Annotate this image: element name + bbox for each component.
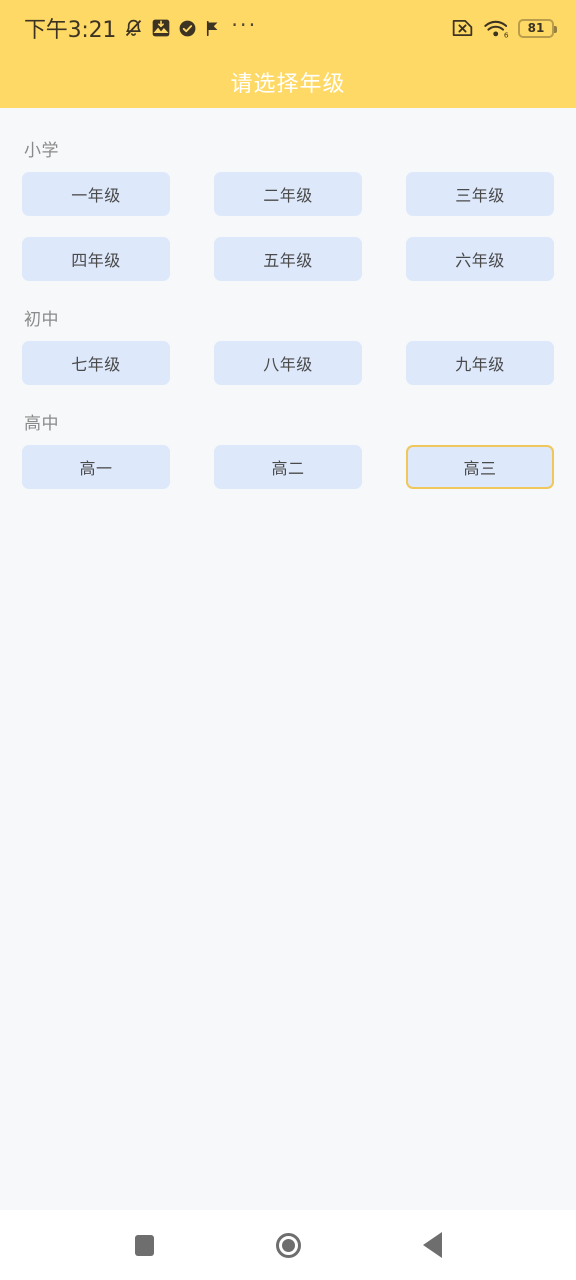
grade-button-grade8[interactable]: 八年级 [214,341,362,385]
grade-button-grade7[interactable]: 七年级 [22,341,170,385]
battery-indicator: 81 [518,18,557,38]
flag-icon [204,19,222,38]
grade-button-grade1[interactable]: 一年级 [22,172,170,216]
page-title: 请选择年级 [230,72,346,97]
grade-selection-content: 小学 一年级 二年级 三年级 四年级 五年级 六年级 初中 七年级 八年级 九年… [0,108,576,1210]
status-bar: 下午3:21 ··· 6 81 [0,0,576,56]
grade-grid-middle: 七年级 八年级 九年级 [22,341,554,385]
status-bar-left: 下午3:21 ··· [24,12,257,44]
check-circle-icon [178,19,197,38]
home-button[interactable] [260,1217,316,1273]
android-navigation-bar [0,1210,576,1280]
grade-button-senior1[interactable]: 高一 [22,445,170,489]
grade-grid-high: 高一 高二 高三 [22,445,554,489]
back-triangle-icon [422,1232,442,1258]
status-bar-right: 6 81 [451,18,557,39]
wifi-6-icon: 6 [483,18,509,39]
phone-screen: 下午3:21 ··· 6 81 请选择年级 小学 一年级 二年级 三年级 四年级… [0,0,576,1280]
recents-square-icon [134,1234,154,1256]
grade-grid-primary: 一年级 二年级 三年级 四年级 五年级 六年级 [22,172,554,281]
recents-button[interactable] [116,1217,172,1273]
back-button[interactable] [404,1217,460,1273]
section-label-middle: 初中 [24,310,59,330]
section-label-primary: 小学 [24,141,59,161]
grade-button-senior2[interactable]: 高二 [214,445,362,489]
status-clock: 下午3:21 [24,18,117,43]
grade-button-grade5[interactable]: 五年级 [214,237,362,281]
grade-button-grade6[interactable]: 六年级 [406,237,554,281]
grade-button-grade4[interactable]: 四年级 [22,237,170,281]
battery-level-text: 81 [527,21,545,35]
grade-button-grade3[interactable]: 三年级 [406,172,554,216]
app-header: 请选择年级 [0,56,576,108]
section-label-high: 高中 [24,414,59,434]
grade-button-grade9[interactable]: 九年级 [406,341,554,385]
svg-text:6: 6 [504,30,509,39]
grade-button-grade2[interactable]: 二年级 [214,172,362,216]
grade-button-senior3[interactable]: 高三 [406,445,554,489]
home-circle-icon [275,1232,301,1258]
bell-mute-icon [123,18,144,39]
image-download-icon [151,18,171,38]
status-overflow-dots: ··· [231,13,258,37]
no-sim-icon [451,18,474,38]
